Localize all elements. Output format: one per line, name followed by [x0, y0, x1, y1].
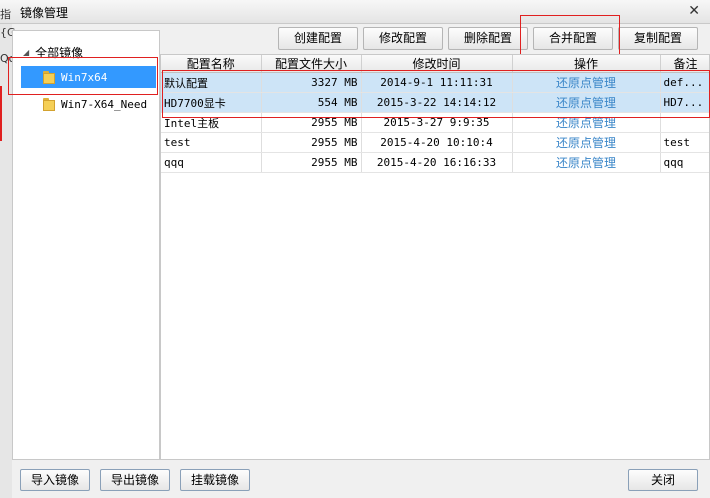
table-row[interactable]: Intel主板 2955 MB 2015-3-27 9:9:35 还原点管理: [161, 112, 709, 133]
tree-root-label: 全部镜像: [35, 46, 84, 60]
mount-image-button[interactable]: 挂载镜像: [180, 469, 250, 491]
cell-size: 2955 MB: [261, 112, 362, 133]
table-header-row: 配置名称 配置文件大小 修改时间 操作 备注: [161, 55, 709, 73]
background-window-edge: 指 {G Qc: [0, 8, 16, 498]
cell-note: test: [660, 132, 709, 153]
cell-name: 默认配置: [161, 72, 262, 93]
cell-time: 2014-9-1 11:11:31: [361, 72, 513, 93]
cell-size: 554 MB: [261, 92, 362, 113]
window-title: 镜像管理: [20, 6, 69, 20]
cell-size: 3327 MB: [261, 72, 362, 93]
column-header-time[interactable]: 修改时间: [361, 55, 513, 73]
tree-item-win7-x64-need[interactable]: Win7-X64_Need: [21, 93, 156, 115]
background-text-fragment: 指: [0, 8, 11, 21]
folder-icon: [43, 70, 55, 84]
expand-triangle-icon[interactable]: ◢: [23, 48, 29, 57]
export-image-button[interactable]: 导出镜像: [100, 469, 170, 491]
cell-size: 2955 MB: [261, 132, 362, 153]
cell-time: 2015-4-20 16:16:33: [361, 152, 513, 173]
table-row[interactable]: HD7700显卡 554 MB 2015-3-22 14:14:12 还原点管理…: [161, 92, 709, 113]
cell-time: 2015-4-20 10:10:4: [361, 132, 513, 153]
cell-name: qqq: [161, 152, 262, 173]
cell-size: 2955 MB: [261, 152, 362, 173]
restore-point-link[interactable]: 还原点管理: [556, 96, 616, 110]
cell-name: Intel主板: [161, 112, 262, 133]
cell-name: test: [161, 132, 262, 153]
restore-point-link[interactable]: 还原点管理: [556, 136, 616, 150]
config-table: 配置名称 配置文件大小 修改时间 操作 备注 默认配置 3327 MB 2014…: [160, 54, 710, 460]
close-button[interactable]: 关闭: [628, 469, 698, 491]
restore-point-link[interactable]: 还原点管理: [556, 156, 616, 170]
tree-root[interactable]: ◢ 全部镜像: [23, 44, 83, 61]
tree-item-label: Win7x64: [61, 70, 108, 84]
restore-point-link[interactable]: 还原点管理: [556, 76, 616, 90]
column-header-size[interactable]: 配置文件大小: [261, 55, 362, 73]
merge-config-button[interactable]: 合并配置: [533, 27, 613, 50]
tree-item-win7x64[interactable]: Win7x64: [21, 66, 156, 88]
table-row[interactable]: qqq 2955 MB 2015-4-20 16:16:33 还原点管理 qqq: [161, 152, 709, 173]
background-highlight-mark: [0, 86, 2, 141]
table-row[interactable]: 默认配置 3327 MB 2014-9-1 11:11:31 还原点管理 def…: [161, 72, 709, 93]
table-row[interactable]: test 2955 MB 2015-4-20 10:10:4 还原点管理 tes…: [161, 132, 709, 153]
modify-config-button[interactable]: 修改配置: [363, 27, 443, 50]
image-tree: ◢ 全部镜像 Win7x64 Win7-X64_Need: [12, 30, 160, 460]
cell-note: def...: [660, 72, 709, 93]
title-bar: 镜像管理 ✕: [0, 0, 710, 24]
column-header-note[interactable]: 备注: [660, 55, 709, 73]
cell-note: HD7...: [660, 92, 709, 113]
cell-time: 2015-3-27 9:9:35: [361, 112, 513, 133]
copy-config-button[interactable]: 复制配置: [618, 27, 698, 50]
cell-note: qqq: [660, 152, 709, 173]
column-header-name[interactable]: 配置名称: [161, 55, 262, 73]
create-config-button[interactable]: 创建配置: [278, 27, 358, 50]
column-header-action[interactable]: 操作: [512, 55, 661, 73]
restore-point-link[interactable]: 还原点管理: [556, 116, 616, 130]
folder-icon: [43, 97, 55, 111]
tree-item-label: Win7-X64_Need: [61, 97, 148, 111]
import-image-button[interactable]: 导入镜像: [20, 469, 90, 491]
delete-config-button[interactable]: 删除配置: [448, 27, 528, 50]
close-icon[interactable]: ✕: [688, 3, 700, 19]
cell-note: [660, 112, 709, 133]
cell-name: HD7700显卡: [161, 92, 262, 113]
cell-time: 2015-3-22 14:14:12: [361, 92, 513, 113]
